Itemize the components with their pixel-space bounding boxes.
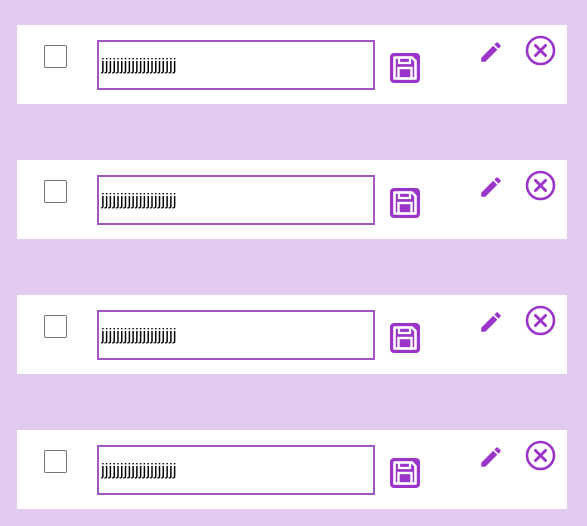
save-button[interactable] bbox=[389, 322, 421, 354]
todo-text-input[interactable] bbox=[97, 40, 375, 90]
save-button[interactable] bbox=[389, 457, 421, 489]
floppy-disk-icon bbox=[390, 458, 420, 488]
circle-x-icon bbox=[525, 35, 556, 66]
edit-button[interactable] bbox=[478, 309, 504, 335]
pencil-icon bbox=[481, 312, 501, 332]
floppy-disk-icon bbox=[390, 53, 420, 83]
pencil-icon bbox=[481, 42, 501, 62]
todo-item bbox=[17, 160, 567, 239]
floppy-disk-icon bbox=[390, 188, 420, 218]
edit-button[interactable] bbox=[478, 174, 504, 200]
delete-button[interactable] bbox=[525, 305, 556, 336]
todo-text-input[interactable] bbox=[97, 445, 375, 495]
save-button[interactable] bbox=[389, 52, 421, 84]
floppy-disk-icon bbox=[390, 323, 420, 353]
pencil-icon bbox=[481, 447, 501, 467]
todo-item bbox=[17, 295, 567, 374]
delete-button[interactable] bbox=[525, 35, 556, 66]
todo-checkbox[interactable] bbox=[44, 315, 67, 338]
todo-item bbox=[17, 430, 567, 509]
todo-checkbox[interactable] bbox=[44, 450, 67, 473]
todo-list bbox=[0, 0, 587, 526]
delete-button[interactable] bbox=[525, 440, 556, 471]
todo-item bbox=[17, 25, 567, 104]
pencil-icon bbox=[481, 177, 501, 197]
circle-x-icon bbox=[525, 305, 556, 336]
save-button[interactable] bbox=[389, 187, 421, 219]
circle-x-icon bbox=[525, 440, 556, 471]
circle-x-icon bbox=[525, 170, 556, 201]
todo-text-input[interactable] bbox=[97, 175, 375, 225]
edit-button[interactable] bbox=[478, 39, 504, 65]
edit-button[interactable] bbox=[478, 444, 504, 470]
todo-text-input[interactable] bbox=[97, 310, 375, 360]
delete-button[interactable] bbox=[525, 170, 556, 201]
todo-checkbox[interactable] bbox=[44, 180, 67, 203]
todo-checkbox[interactable] bbox=[44, 45, 67, 68]
